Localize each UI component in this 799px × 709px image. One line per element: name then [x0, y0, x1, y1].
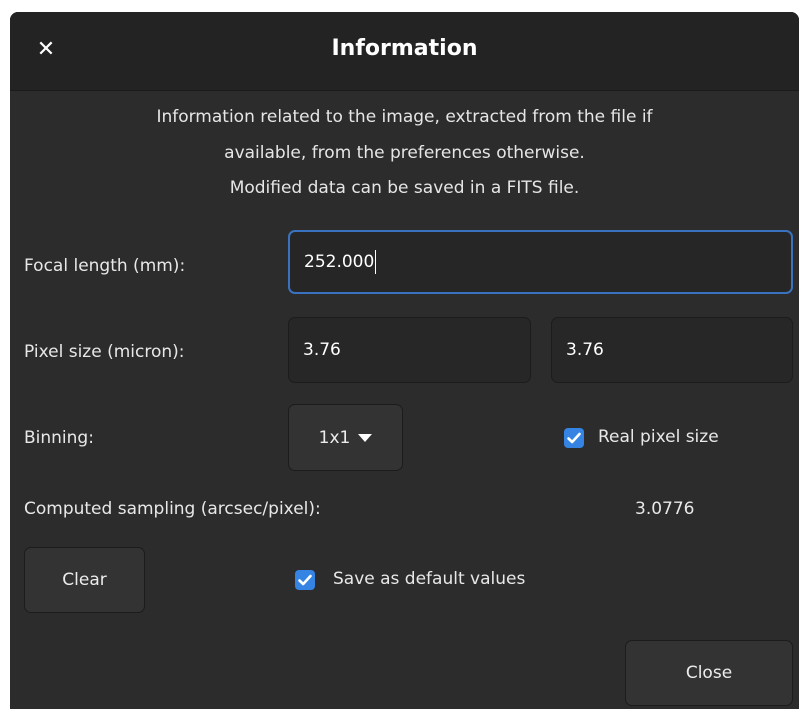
- titlebar: ✕ Information: [10, 12, 799, 91]
- checkmark-icon: [298, 574, 312, 586]
- binning-value: 1x1: [318, 427, 351, 448]
- close-button[interactable]: Close: [625, 640, 793, 706]
- checkmark-icon: [567, 432, 581, 444]
- focal-length-value: 252.000: [304, 252, 375, 272]
- triangle-down-icon: [358, 433, 373, 442]
- sampling-value: 3.0776: [635, 499, 695, 519]
- clear-button[interactable]: Clear: [24, 547, 145, 613]
- real-pixel-size-label: Real pixel size: [598, 427, 719, 447]
- description-line-1: Information related to the image, extrac…: [156, 107, 653, 127]
- dialog-title: Information: [331, 36, 478, 61]
- text-caret: [375, 250, 377, 274]
- description-line-3: Modified data can be saved in a FITS fil…: [229, 178, 580, 198]
- real-pixel-size-checkbox[interactable]: [564, 428, 584, 448]
- pixel-size-x-value: 3.76: [303, 340, 341, 360]
- save-default-checkbox[interactable]: [295, 570, 315, 590]
- binning-label: Binning:: [24, 428, 94, 448]
- focal-length-label: Focal length (mm):: [24, 256, 186, 276]
- binning-dropdown[interactable]: 1x1: [288, 404, 403, 471]
- pixel-size-y-value: 3.76: [566, 340, 604, 360]
- focal-length-input[interactable]: 252.000: [288, 230, 793, 294]
- pixel-size-x-input[interactable]: 3.76: [288, 317, 531, 383]
- save-default-label: Save as default values: [333, 569, 526, 589]
- pixel-size-label: Pixel size (micron):: [24, 342, 185, 362]
- sampling-label: Computed sampling (arcsec/pixel):: [24, 499, 321, 519]
- information-dialog: ✕ Information Information related to the…: [10, 12, 799, 709]
- pixel-size-y-input[interactable]: 3.76: [551, 317, 793, 383]
- description-line-2: available, from the preferences otherwis…: [224, 143, 585, 163]
